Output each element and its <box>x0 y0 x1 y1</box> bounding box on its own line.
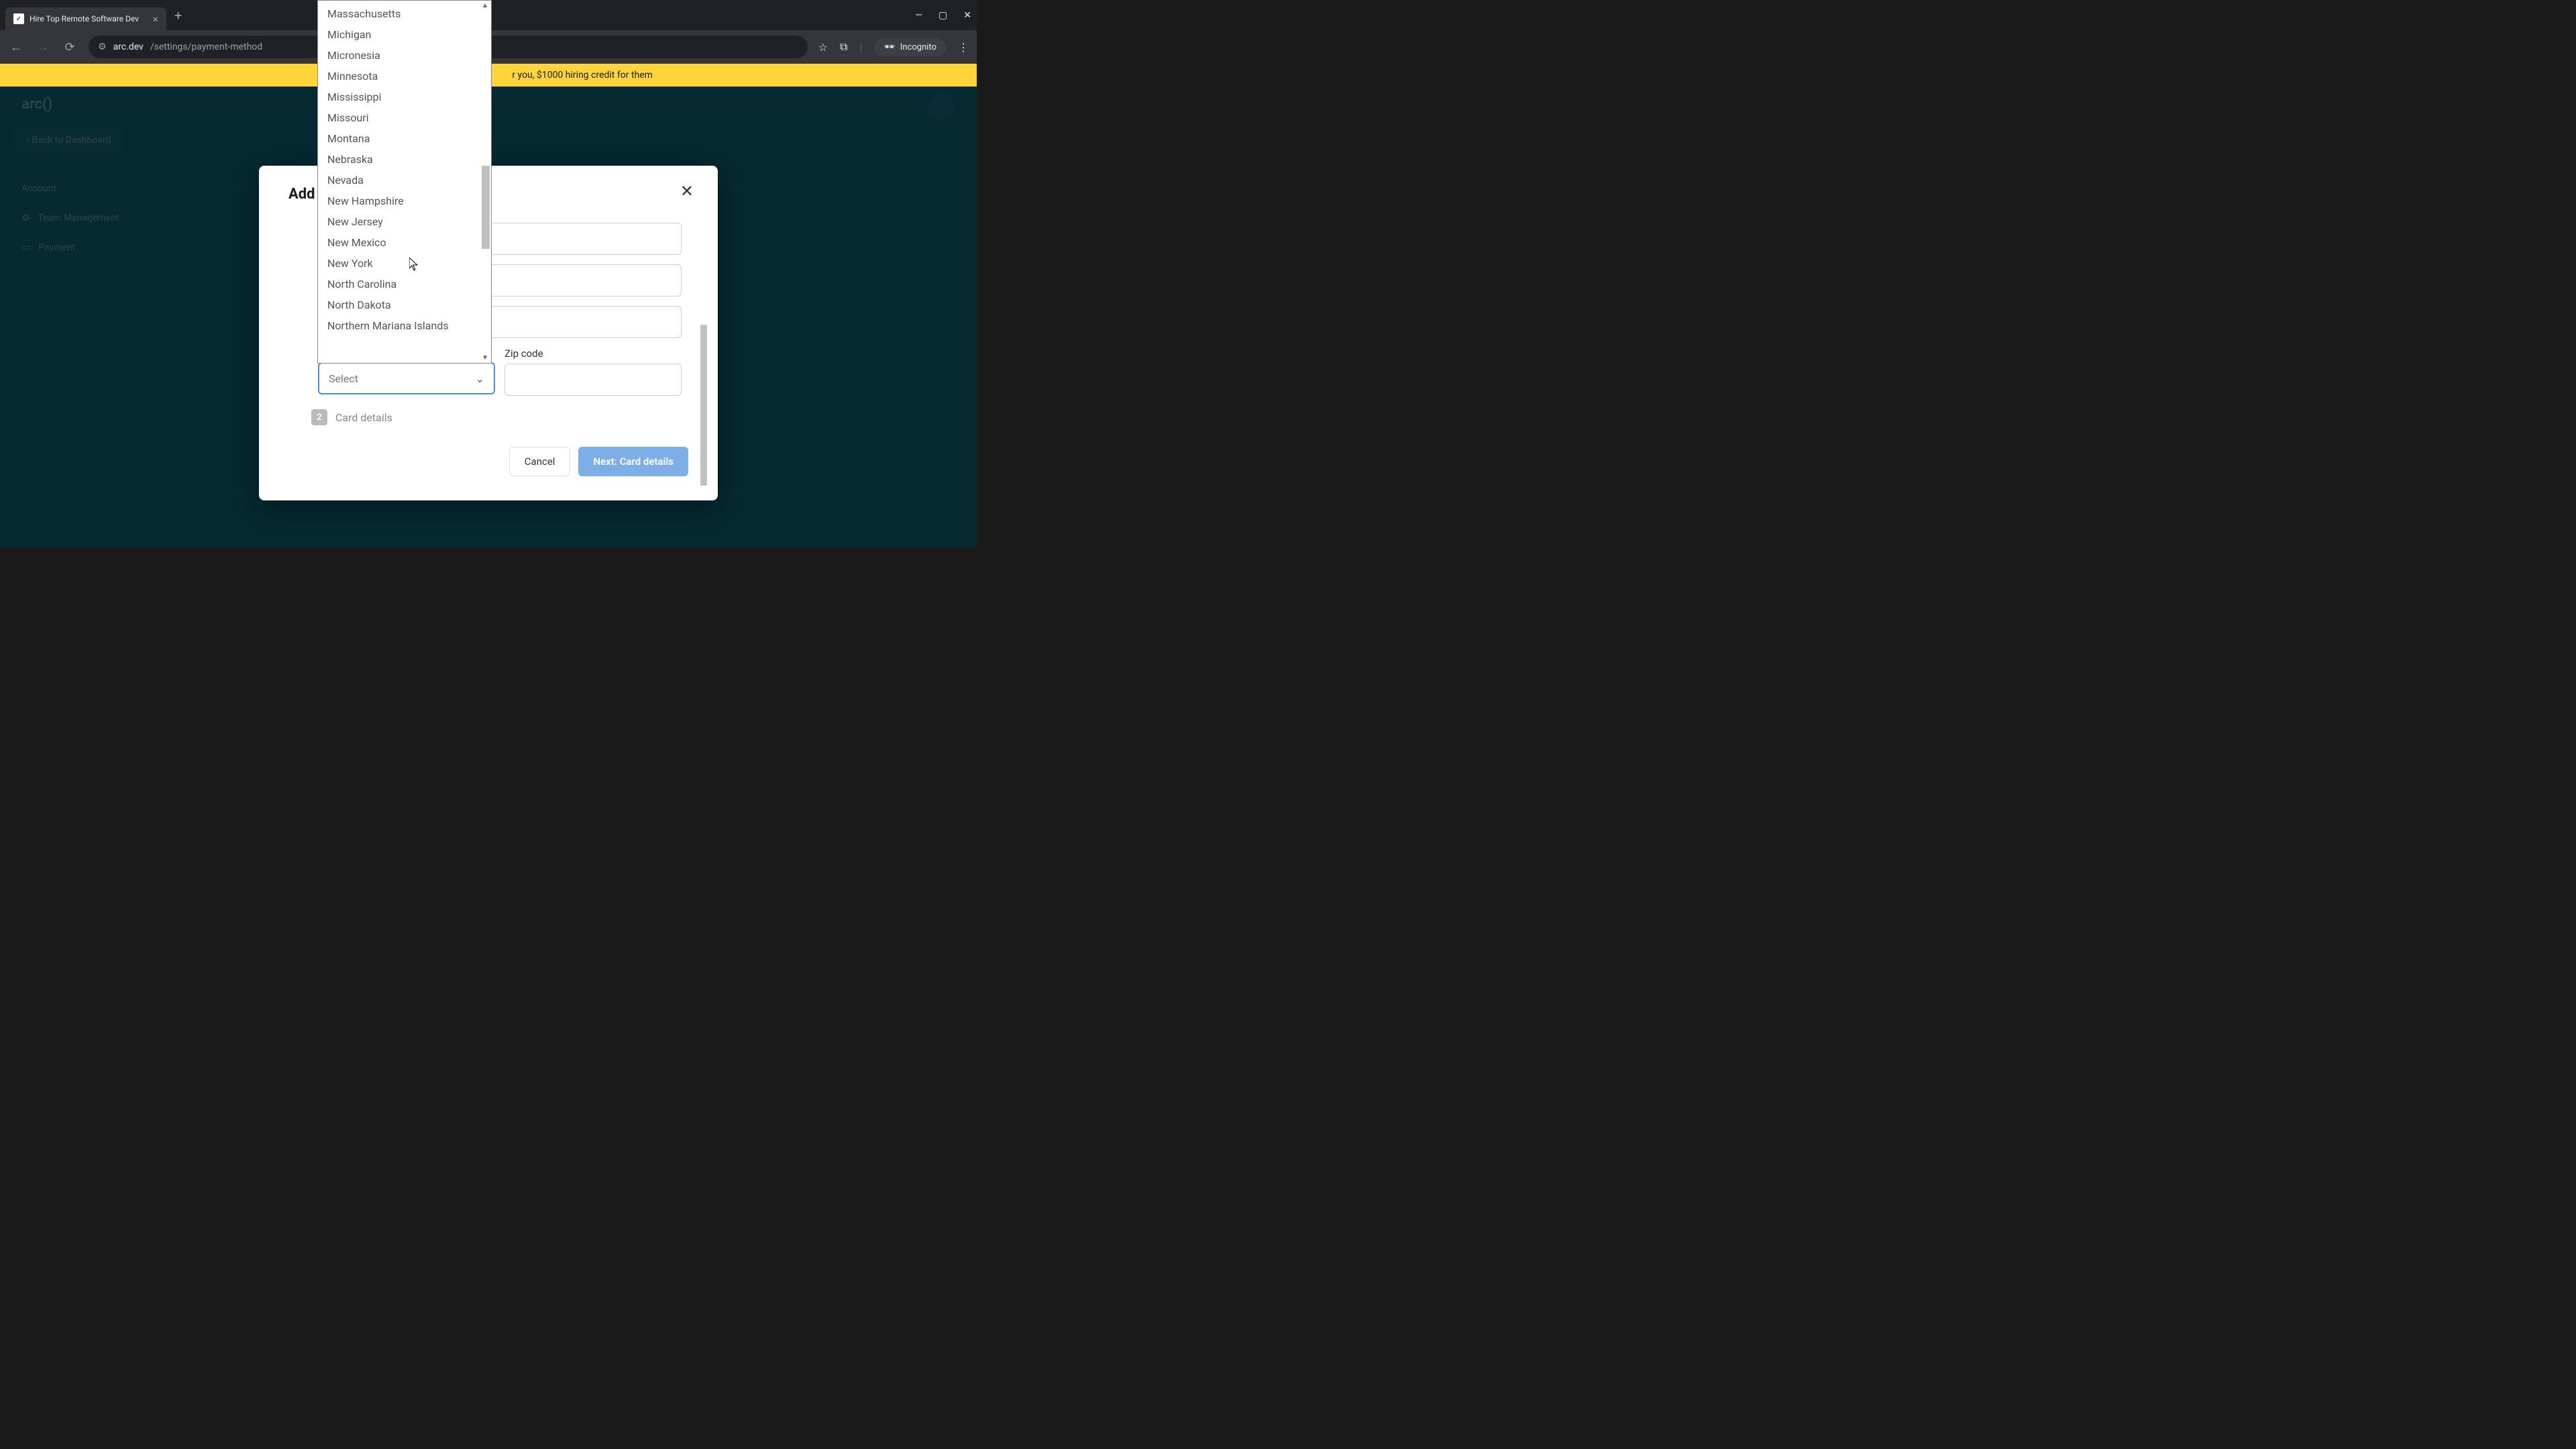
form-scrollbar[interactable] <box>700 211 707 492</box>
state-select-value: Select <box>329 372 358 385</box>
dropdown-option[interactable]: Northern Mariana Islands <box>318 315 491 336</box>
step-badge: 2 <box>311 409 327 425</box>
dropdown-scrollbar[interactable] <box>482 10 490 352</box>
minimize-icon[interactable]: — <box>915 10 922 21</box>
close-window-icon[interactable]: ✕ <box>963 10 971 21</box>
state-dropdown: ▲ ▼ MassachusettsMichiganMicronesiaMinne… <box>317 0 492 364</box>
incognito-label: Incognito <box>900 42 936 52</box>
zip-input[interactable] <box>504 364 682 396</box>
tab-favicon-icon: ✓ <box>13 13 24 24</box>
dropdown-option[interactable]: New Hampshire <box>318 191 491 211</box>
bookmark-icon[interactable]: ☆ <box>818 41 828 54</box>
dropdown-option[interactable]: New Jersey <box>318 211 491 232</box>
back-button[interactable]: ← <box>8 40 24 54</box>
url-host: arc.dev <box>113 42 144 52</box>
menu-icon[interactable]: ⋮ <box>958 41 969 54</box>
dropdown-list: MassachusettsMichiganMicronesiaMinnesota… <box>318 1 491 339</box>
window-controls: — ▢ ✕ <box>915 10 971 21</box>
tab-title: Hire Top Remote Software Dev <box>30 14 147 23</box>
next-button[interactable]: Next: Card details <box>578 447 688 476</box>
dropdown-option[interactable]: Montana <box>318 128 491 149</box>
dropdown-option[interactable]: Nevada <box>318 170 491 191</box>
dropdown-option[interactable]: Mississippi <box>318 87 491 107</box>
cancel-button[interactable]: Cancel <box>509 447 571 476</box>
step-2-header: 2 Card details <box>311 409 682 425</box>
dropdown-option[interactable]: Massachusetts <box>318 3 491 24</box>
dropdown-option[interactable]: Micronesia <box>318 45 491 66</box>
dropdown-option[interactable]: North Dakota <box>318 294 491 315</box>
maximize-icon[interactable]: ▢ <box>938 10 947 21</box>
dropdown-option[interactable]: New Mexico <box>318 232 491 253</box>
step-label: Card details <box>335 411 392 424</box>
url-path: /settings/payment-method <box>150 42 262 52</box>
state-select[interactable]: Select ⌄ <box>318 362 495 394</box>
incognito-badge: 🕶 Incognito <box>874 38 946 56</box>
new-tab-button[interactable]: + <box>174 7 182 23</box>
tab-close-icon[interactable]: × <box>152 13 158 25</box>
forward-button[interactable]: → <box>35 40 51 54</box>
zip-label: Zip code <box>504 347 682 360</box>
dropdown-option[interactable]: Michigan <box>318 24 491 45</box>
dropdown-option[interactable]: Nebraska <box>318 149 491 170</box>
site-settings-icon[interactable]: ⚙ <box>98 42 107 52</box>
dropdown-option[interactable]: North Carolina <box>318 274 491 294</box>
dropdown-option[interactable]: Missouri <box>318 107 491 128</box>
modal-actions: Cancel Next: Card details <box>288 447 688 476</box>
banner-text: r you, $1000 hiring credit for them <box>512 70 653 80</box>
reload-button[interactable]: ⟳ <box>62 40 78 54</box>
dropdown-option[interactable]: Minnesota <box>318 66 491 87</box>
browser-tab[interactable]: ✓ Hire Top Remote Software Dev × <box>5 7 166 30</box>
incognito-icon: 🕶 <box>883 42 895 52</box>
dropdown-option[interactable]: New York <box>318 253 491 274</box>
chevron-down-icon: ⌄ <box>476 372 484 385</box>
modal-close-button[interactable]: ✕ <box>680 182 694 201</box>
dropdown-arrow-down-icon[interactable]: ▼ <box>482 354 488 362</box>
form-scroll-thumb[interactable] <box>700 325 707 486</box>
extensions-icon[interactable]: ⧉ <box>840 40 847 54</box>
dropdown-arrow-up-icon[interactable]: ▲ <box>482 2 488 9</box>
dropdown-scroll-thumb[interactable] <box>482 166 490 249</box>
